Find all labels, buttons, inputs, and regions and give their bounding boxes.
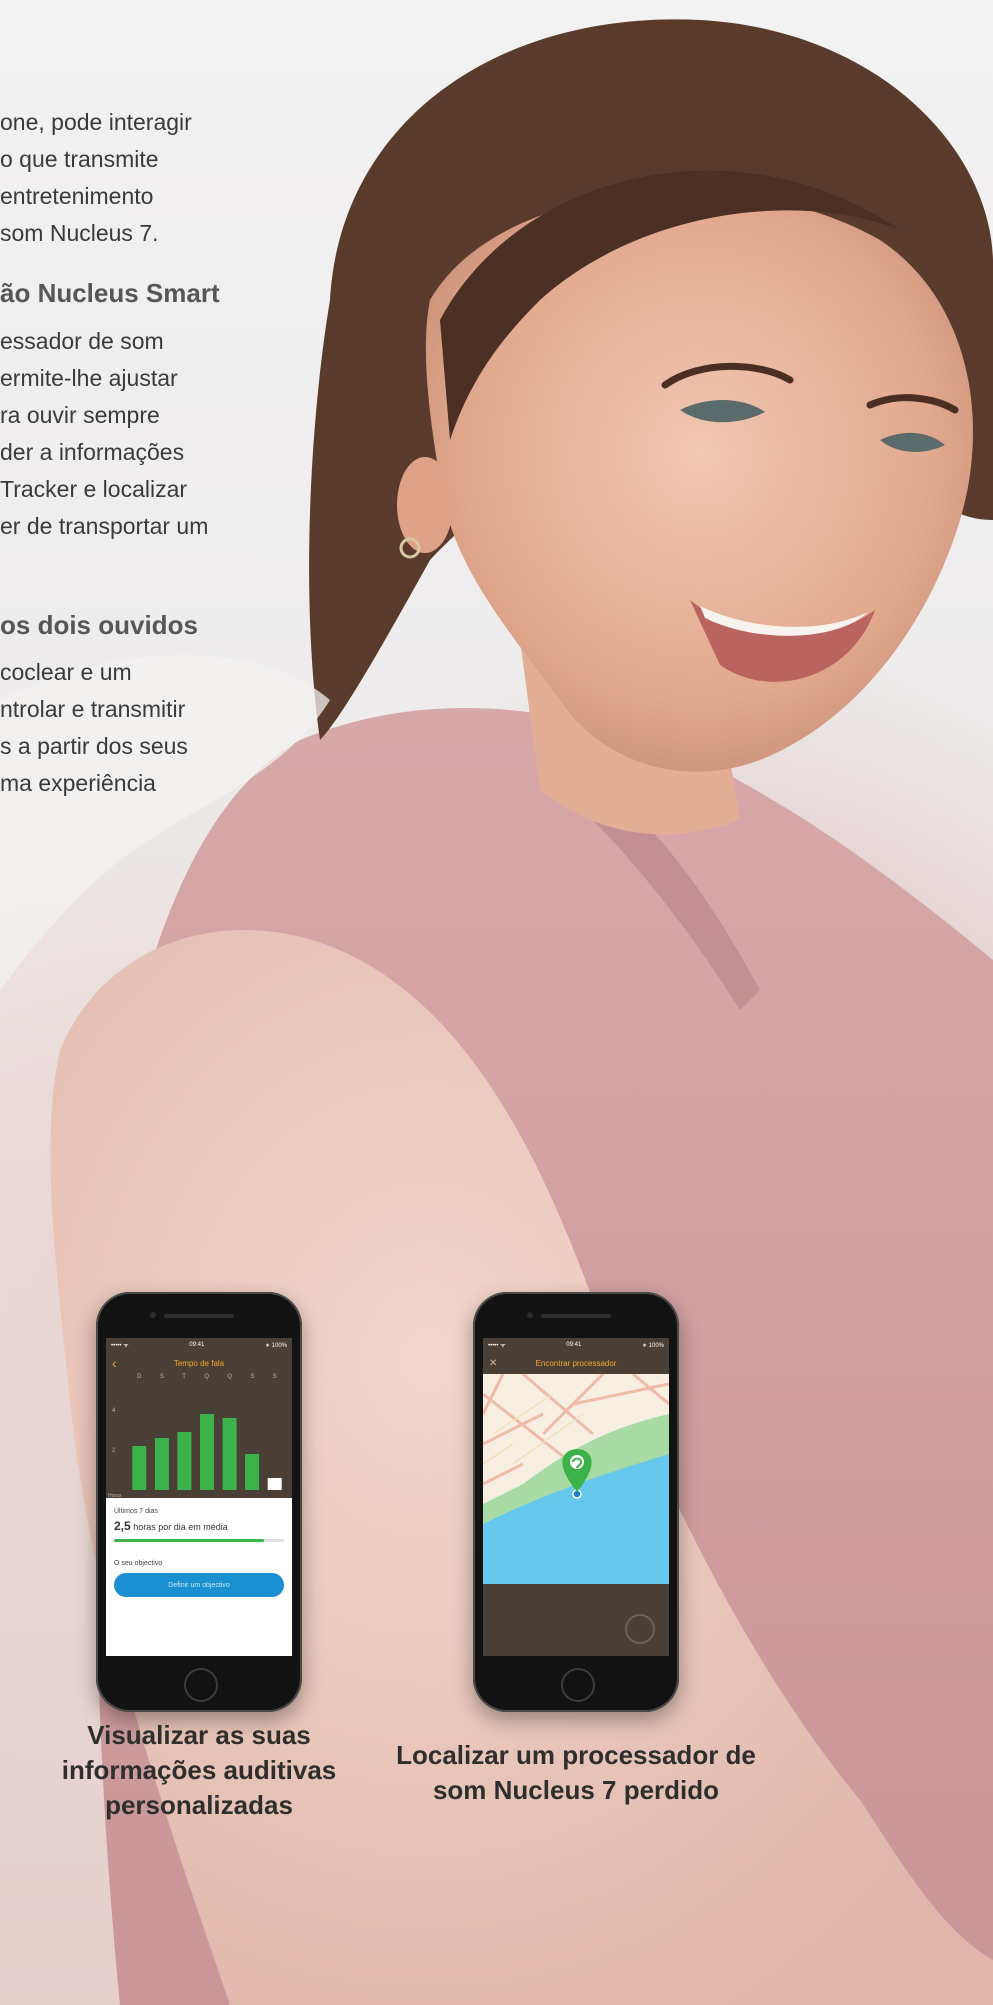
text-line: der a informações xyxy=(0,439,185,465)
caption-line: Visualizar as suas xyxy=(87,1720,311,1750)
day-labels: DSTQQSS xyxy=(106,1374,292,1386)
tracker-caption: Visualizar as suas informações auditivas… xyxy=(54,1718,344,1823)
day-label: S xyxy=(272,1374,277,1380)
map-footer xyxy=(483,1584,669,1656)
average-value: 2,5 horas por dia em média xyxy=(114,1519,284,1533)
text-line: o que transmite xyxy=(0,146,159,172)
caption-line: personalizadas xyxy=(105,1790,293,1820)
set-goal-button[interactable]: Definir um objectivo xyxy=(114,1573,284,1597)
intro-paragraph: one, pode interagir o que transmite entr… xyxy=(0,104,192,252)
usage-bar xyxy=(222,1418,237,1490)
average-unit: horas por dia em média xyxy=(133,1522,228,1532)
status-bar: ••••• ᯤ 09:41 ∗ 100% xyxy=(483,1338,669,1352)
text-line: ntrolar e transmitir xyxy=(0,696,186,722)
signal-indicator: ••••• ᯤ xyxy=(488,1343,506,1349)
battery-indicator: ∗ 100% xyxy=(641,1342,664,1349)
day-label: T xyxy=(182,1374,186,1380)
phone-camera xyxy=(527,1312,533,1318)
map-view[interactable] xyxy=(483,1374,669,1584)
day-label: Q xyxy=(204,1374,209,1380)
text-line: ma experiência xyxy=(0,770,156,796)
average-progress-fill xyxy=(114,1539,264,1542)
text-line: som Nucleus 7. xyxy=(0,220,159,246)
screen-title: Encontrar processador xyxy=(535,1358,617,1368)
caption-line: Localizar um processador de xyxy=(396,1740,756,1770)
period-label: Últimos 7 dias xyxy=(114,1508,158,1515)
home-button[interactable] xyxy=(561,1668,595,1702)
day-label: S xyxy=(159,1374,164,1380)
y-tick-label: 4 xyxy=(112,1408,116,1414)
usage-bar xyxy=(267,1478,282,1490)
caption-line: som Nucleus 7 perdido xyxy=(432,1775,720,1805)
usage-bar xyxy=(154,1438,169,1490)
text-line: s a partir dos seus xyxy=(0,733,188,759)
text-line: essador de som xyxy=(0,328,164,354)
close-icon[interactable]: ✕ xyxy=(489,1358,505,1369)
screen-title: Tempo de fala xyxy=(173,1358,225,1368)
status-time: 09:41 xyxy=(189,1342,205,1348)
text-line: er de transportar um xyxy=(0,513,209,539)
nav-bar: ‹ Tempo de fala xyxy=(106,1352,292,1374)
locate-button[interactable] xyxy=(625,1614,655,1644)
app-paragraph: essador de som ermite-lhe ajustar ra ouv… xyxy=(0,323,208,545)
phone-speaker xyxy=(541,1314,611,1318)
text-line: entretenimento xyxy=(0,183,154,209)
bimodal-heading: os dois ouvidos xyxy=(0,610,198,640)
home-button[interactable] xyxy=(184,1668,218,1702)
text-line: coclear e um xyxy=(0,659,132,685)
phone-hearing-tracker: ••••• ᯤ 09:41 ∗ 100% ‹ Tempo de fala D S T… xyxy=(96,1292,302,1712)
phone-processor-finder: ••••• ᯤ 09:41 ∗ 100% ✕ Encontrar process… xyxy=(473,1292,679,1712)
finder-screen: ••••• ᯤ 09:41 ∗ 100% ✕ Encontrar process… xyxy=(483,1338,669,1656)
text-line: one, pode interagir xyxy=(0,109,192,135)
text-line: ermite-lhe ajustar xyxy=(0,365,178,391)
signal-indicator: ••••• ᯤ xyxy=(111,1343,129,1349)
goal-label: O seu objectivo xyxy=(114,1560,163,1567)
day-label: D xyxy=(137,1374,142,1380)
status-time: 09:41 xyxy=(566,1342,582,1348)
status-bar: ••••• ᯤ 09:41 ∗ 100% xyxy=(106,1338,292,1352)
bimodal-paragraph: coclear e um ntrolar e transmitir s a pa… xyxy=(0,654,188,802)
average-progress-bar xyxy=(114,1539,284,1542)
text-line: Tracker e localizar xyxy=(0,476,188,502)
y-tick-label: 2 xyxy=(112,1448,116,1454)
text-line: ra ouvir sempre xyxy=(0,402,160,428)
phone-camera xyxy=(150,1312,156,1318)
caption-line: informações auditivas xyxy=(61,1755,337,1785)
usage-bar xyxy=(177,1432,192,1490)
finder-caption: Localizar um processador de som Nucleus … xyxy=(395,1738,757,1808)
app-heading: ão Nucleus Smart xyxy=(0,278,220,308)
day-label: S xyxy=(250,1374,255,1380)
tracker-screen: ••••• ᯤ 09:41 ∗ 100% ‹ Tempo de fala D S T… xyxy=(106,1338,292,1656)
usage-chart: 4 2 Horas xyxy=(106,1386,292,1499)
day-label: Q xyxy=(227,1374,232,1380)
battery-indicator: ∗ 100% xyxy=(264,1342,287,1349)
chevron-left-icon[interactable]: ‹ xyxy=(112,1355,128,1371)
average-number: 2,5 xyxy=(114,1519,131,1533)
usage-bar xyxy=(245,1454,260,1490)
phone-speaker xyxy=(164,1314,234,1318)
summary-panel: Últimos 7 dias 2,5 horas por dia em médi… xyxy=(106,1498,292,1656)
nav-bar: ✕ Encontrar processador xyxy=(483,1352,669,1374)
usage-chart-svg: 42Horas xyxy=(108,1408,282,1499)
usage-bar xyxy=(132,1446,147,1490)
usage-bar xyxy=(200,1414,214,1490)
